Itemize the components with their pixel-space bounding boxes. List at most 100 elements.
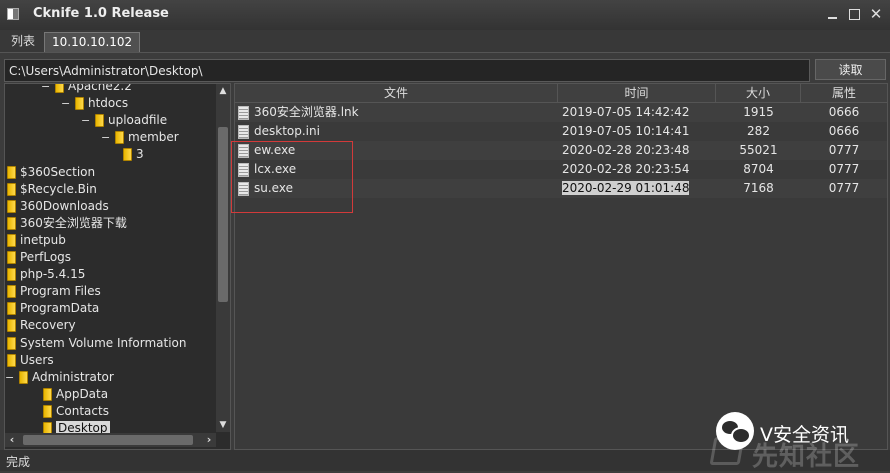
- file-time-text: 2020-02-29 01:01:48: [562, 181, 690, 195]
- folder-icon: [55, 84, 64, 93]
- expander-icon[interactable]: −: [81, 112, 95, 129]
- tree-item[interactable]: 360安全浏览器下载: [5, 215, 127, 232]
- tree-item-label: $Recycle.Bin: [20, 182, 97, 196]
- tree-item[interactable]: − member: [101, 129, 179, 146]
- app-icon: [7, 8, 19, 20]
- tree-item[interactable]: 360Downloads: [5, 198, 109, 215]
- folder-icon: [7, 268, 16, 281]
- file-time: 2020-02-29 01:01:48: [558, 179, 716, 198]
- tree-item-label: ProgramData: [20, 301, 100, 315]
- tree-item[interactable]: − htdocs: [61, 95, 128, 112]
- expander-icon[interactable]: −: [5, 369, 19, 386]
- expander-icon[interactable]: −: [61, 95, 75, 112]
- tree-item[interactable]: − Apache2.2: [41, 83, 132, 95]
- file-attr: 0777: [801, 160, 887, 179]
- path-input[interactable]: [5, 60, 809, 81]
- tree-item[interactable]: Program Files: [5, 283, 101, 300]
- tree-item[interactable]: inetpub: [5, 232, 66, 249]
- expander-icon[interactable]: −: [41, 84, 55, 95]
- scroll-left-icon[interactable]: ‹: [5, 433, 19, 447]
- tree-item-label: Users: [20, 353, 54, 367]
- file-size-text: 55021: [739, 143, 778, 157]
- tree-item-label: Administrator: [32, 370, 114, 384]
- scroll-up-icon[interactable]: ▲: [216, 84, 230, 98]
- folder-icon: [7, 217, 16, 230]
- column-header-size[interactable]: 大小: [716, 84, 801, 102]
- tree-item-label: member: [128, 130, 179, 144]
- tree-item-label: uploadfile: [108, 113, 168, 127]
- path-bar: [4, 59, 810, 82]
- tree-item-label: Recovery: [20, 318, 76, 332]
- file-time: 2019-07-05 10:14:41: [558, 122, 716, 141]
- close-icon[interactable]: ✕: [867, 5, 885, 23]
- tree-item[interactable]: Recovery: [5, 317, 76, 334]
- folder-icon: [95, 114, 104, 127]
- tab-bar: 列表 10.10.10.102: [0, 30, 890, 53]
- expander-icon[interactable]: −: [101, 129, 115, 146]
- scroll-thumb-horizontal[interactable]: [23, 435, 193, 445]
- file-size-text: 282: [747, 124, 770, 138]
- file-row[interactable]: 360安全浏览器.lnk 2019-07-05 14:42:42 1915 0666: [235, 103, 887, 122]
- folder-icon: [7, 319, 16, 332]
- watermark-text: V安全资讯: [760, 424, 849, 446]
- minimize-icon[interactable]: [823, 5, 841, 23]
- column-header-attr[interactable]: 属性: [801, 84, 887, 102]
- status-text: 完成: [6, 455, 31, 469]
- scroll-right-icon[interactable]: ›: [202, 433, 216, 447]
- scroll-down-icon[interactable]: ▼: [216, 418, 230, 432]
- tree-item-label: Apache2.2: [68, 83, 132, 93]
- directory-tree: − Apache2.2− htdocs − uploadfile − member 3 $360…: [4, 83, 231, 450]
- file-icon: [238, 105, 249, 120]
- tree-item[interactable]: 3: [121, 146, 144, 163]
- file-size: 55021: [716, 141, 801, 160]
- tree-item[interactable]: $360Section: [5, 164, 95, 181]
- folder-icon: [43, 388, 52, 401]
- window-title: Cknife 1.0 Release: [33, 6, 169, 21]
- file-size-text: 8704: [743, 162, 774, 176]
- tree-item[interactable]: PerfLogs: [5, 249, 71, 266]
- file-name-text: 360安全浏览器.lnk: [254, 105, 359, 119]
- tree-item[interactable]: ProgramData: [5, 300, 99, 317]
- tree-item-label: Program Files: [20, 284, 101, 298]
- tree-horizontal-scrollbar[interactable]: ‹ ›: [5, 433, 216, 447]
- file-time: 2020-02-28 20:23:54: [558, 160, 716, 179]
- folder-icon: [19, 371, 28, 384]
- scroll-thumb[interactable]: [218, 127, 228, 302]
- folder-icon: [7, 183, 16, 196]
- file-row[interactable]: desktop.ini 2019-07-05 10:14:41 282 0666: [235, 122, 887, 141]
- folder-icon: [7, 302, 16, 315]
- maximize-icon[interactable]: [845, 5, 863, 23]
- tree-item-label: php-5.4.15: [20, 267, 86, 281]
- wechat-icon: [716, 412, 754, 450]
- tree-item[interactable]: AppData: [41, 386, 108, 403]
- folder-icon: [115, 131, 124, 144]
- tree-item-label: PerfLogs: [20, 250, 72, 264]
- tab-list[interactable]: 列表: [4, 32, 42, 51]
- tree-item-label: 360安全浏览器下载: [20, 216, 127, 230]
- folder-icon: [123, 148, 132, 161]
- folder-icon: [7, 337, 16, 350]
- column-header-time[interactable]: 时间: [558, 84, 716, 102]
- tab-host[interactable]: 10.10.10.102: [44, 32, 141, 52]
- tree-item[interactable]: System Volume Information: [5, 335, 186, 352]
- folder-icon: [43, 405, 52, 418]
- tree-vertical-scrollbar[interactable]: ▲ ▼: [216, 84, 230, 432]
- tree-item[interactable]: $Recycle.Bin: [5, 181, 97, 198]
- file-time-text: 2020-02-28 20:23:48: [562, 143, 690, 157]
- file-attr: 0666: [801, 122, 887, 141]
- file-size: 282: [716, 122, 801, 141]
- file-attr-text: 0666: [828, 124, 860, 138]
- tree-item[interactable]: Users: [5, 352, 54, 369]
- tree-item-label: 3: [136, 147, 144, 161]
- tree-item[interactable]: Contacts: [41, 403, 109, 420]
- file-time-text: 2019-07-05 14:42:42: [562, 105, 690, 119]
- tree-item[interactable]: php-5.4.15: [5, 266, 85, 283]
- file-name: desktop.ini: [235, 122, 558, 141]
- column-header-name[interactable]: 文件: [235, 84, 558, 102]
- file-size: 8704: [716, 160, 801, 179]
- tree-item-label: htdocs: [88, 96, 129, 110]
- read-button[interactable]: 读取: [815, 59, 886, 80]
- tree-item[interactable]: − uploadfile: [81, 112, 167, 129]
- folder-icon: [7, 166, 16, 179]
- tree-item[interactable]: − Administrator: [5, 369, 114, 386]
